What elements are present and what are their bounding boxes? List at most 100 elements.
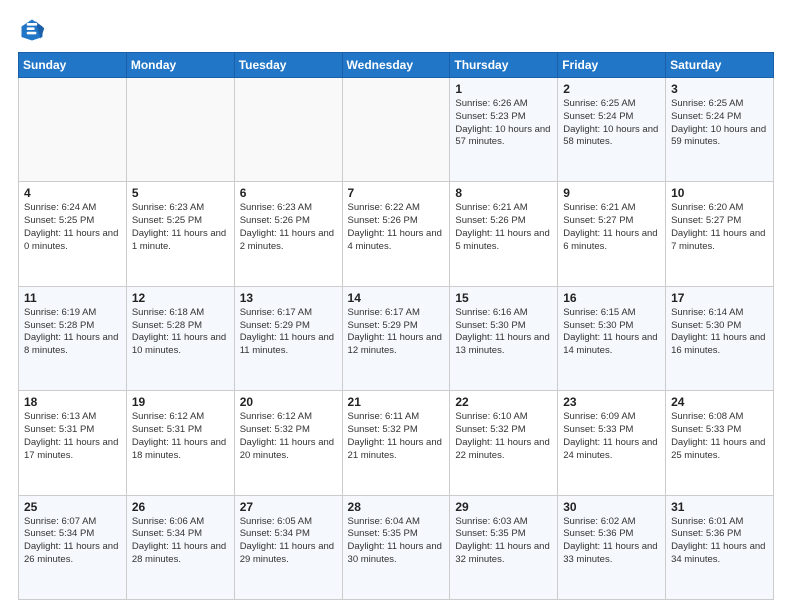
col-header-tuesday: Tuesday [234,53,342,78]
day-info: Sunrise: 6:24 AM Sunset: 5:25 PM Dayligh… [24,202,121,253]
day-number: 16 [563,291,660,305]
day-number: 18 [24,395,121,409]
day-number: 26 [132,500,229,514]
day-number: 30 [563,500,660,514]
day-info: Sunrise: 6:08 AM Sunset: 5:33 PM Dayligh… [671,411,768,462]
day-cell [342,78,450,182]
day-info: Sunrise: 6:17 AM Sunset: 5:29 PM Dayligh… [348,307,445,358]
day-number: 3 [671,82,768,96]
day-info: Sunrise: 6:18 AM Sunset: 5:28 PM Dayligh… [132,307,229,358]
day-cell: 22 Sunrise: 6:10 AM Sunset: 5:32 PM Dayli… [450,391,558,495]
day-cell: 8 Sunrise: 6:21 AM Sunset: 5:26 PM Daylig… [450,182,558,286]
col-header-monday: Monday [126,53,234,78]
logo-icon [18,16,46,44]
day-number: 9 [563,186,660,200]
day-number: 20 [240,395,337,409]
day-number: 8 [455,186,552,200]
day-info: Sunrise: 6:05 AM Sunset: 5:34 PM Dayligh… [240,516,337,567]
day-cell: 21 Sunrise: 6:11 AM Sunset: 5:32 PM Dayli… [342,391,450,495]
day-cell [126,78,234,182]
day-cell: 12 Sunrise: 6:18 AM Sunset: 5:28 PM Dayli… [126,286,234,390]
day-info: Sunrise: 6:07 AM Sunset: 5:34 PM Dayligh… [24,516,121,567]
day-number: 6 [240,186,337,200]
day-number: 21 [348,395,445,409]
day-number: 1 [455,82,552,96]
day-number: 27 [240,500,337,514]
day-info: Sunrise: 6:12 AM Sunset: 5:32 PM Dayligh… [240,411,337,462]
day-info: Sunrise: 6:10 AM Sunset: 5:32 PM Dayligh… [455,411,552,462]
day-number: 28 [348,500,445,514]
day-number: 11 [24,291,121,305]
day-info: Sunrise: 6:03 AM Sunset: 5:35 PM Dayligh… [455,516,552,567]
day-info: Sunrise: 6:21 AM Sunset: 5:26 PM Dayligh… [455,202,552,253]
day-number: 31 [671,500,768,514]
day-info: Sunrise: 6:09 AM Sunset: 5:33 PM Dayligh… [563,411,660,462]
day-info: Sunrise: 6:13 AM Sunset: 5:31 PM Dayligh… [24,411,121,462]
day-cell: 15Sunrise: 6:16 AM Sunset: 5:30 PM Dayli… [450,286,558,390]
day-number: 5 [132,186,229,200]
day-cell: 6 Sunrise: 6:23 AM Sunset: 5:26 PM Daylig… [234,182,342,286]
day-info: Sunrise: 6:04 AM Sunset: 5:35 PM Dayligh… [348,516,445,567]
day-info: Sunrise: 6:01 AM Sunset: 5:36 PM Dayligh… [671,516,768,567]
day-number: 15 [455,291,552,305]
col-header-friday: Friday [558,53,666,78]
day-cell [234,78,342,182]
day-number: 2 [563,82,660,96]
day-info: Sunrise: 6:17 AM Sunset: 5:29 PM Dayligh… [240,307,337,358]
day-cell: 5 Sunrise: 6:23 AM Sunset: 5:25 PM Daylig… [126,182,234,286]
day-cell: 16 Sunrise: 6:15 AM Sunset: 5:30 PM Dayli… [558,286,666,390]
day-number: 25 [24,500,121,514]
calendar: SundayMondayTuesdayWednesdayThursdayFrid… [18,52,774,600]
day-info: Sunrise: 6:19 AM Sunset: 5:28 PM Dayligh… [24,307,121,358]
day-cell: 10 Sunrise: 6:20 AM Sunset: 5:27 PM Dayli… [666,182,774,286]
day-number: 4 [24,186,121,200]
col-header-sunday: Sunday [19,53,127,78]
day-info: Sunrise: 6:25 AM Sunset: 5:24 PM Dayligh… [563,98,660,149]
day-number: 22 [455,395,552,409]
day-cell: 13 Sunrise: 6:17 AM Sunset: 5:29 PM Dayli… [234,286,342,390]
day-cell [19,78,127,182]
day-cell: 1 Sunrise: 6:26 AM Sunset: 5:23 PM Daylig… [450,78,558,182]
col-header-saturday: Saturday [666,53,774,78]
day-info: Sunrise: 6:15 AM Sunset: 5:30 PM Dayligh… [563,307,660,358]
day-cell: 17Sunrise: 6:14 AM Sunset: 5:30 PM Dayli… [666,286,774,390]
day-cell: 3 Sunrise: 6:25 AM Sunset: 5:24 PM Daylig… [666,78,774,182]
day-number: 17 [671,291,768,305]
day-number: 13 [240,291,337,305]
day-info: Sunrise: 6:02 AM Sunset: 5:36 PM Dayligh… [563,516,660,567]
day-number: 12 [132,291,229,305]
day-cell: 27 Sunrise: 6:05 AM Sunset: 5:34 PM Dayli… [234,495,342,599]
day-cell: 9Sunrise: 6:21 AM Sunset: 5:27 PM Daylig… [558,182,666,286]
calendar-header: SundayMondayTuesdayWednesdayThursdayFrid… [19,53,774,78]
day-info: Sunrise: 6:26 AM Sunset: 5:23 PM Dayligh… [455,98,552,149]
page: SundayMondayTuesdayWednesdayThursdayFrid… [0,0,792,612]
day-info: Sunrise: 6:25 AM Sunset: 5:24 PM Dayligh… [671,98,768,149]
day-cell: 7Sunrise: 6:22 AM Sunset: 5:26 PM Daylig… [342,182,450,286]
day-cell: 31 Sunrise: 6:01 AM Sunset: 5:36 PM Dayli… [666,495,774,599]
day-number: 23 [563,395,660,409]
col-header-thursday: Thursday [450,53,558,78]
day-cell: 19Sunrise: 6:12 AM Sunset: 5:31 PM Dayli… [126,391,234,495]
day-info: Sunrise: 6:11 AM Sunset: 5:32 PM Dayligh… [348,411,445,462]
day-cell: 29Sunrise: 6:03 AM Sunset: 5:35 PM Dayli… [450,495,558,599]
day-number: 10 [671,186,768,200]
day-cell: 30 Sunrise: 6:02 AM Sunset: 5:36 PM Dayli… [558,495,666,599]
day-cell: 14 Sunrise: 6:17 AM Sunset: 5:29 PM Dayli… [342,286,450,390]
day-cell: 26 Sunrise: 6:06 AM Sunset: 5:34 PM Dayli… [126,495,234,599]
day-info: Sunrise: 6:23 AM Sunset: 5:26 PM Dayligh… [240,202,337,253]
logo [18,16,50,44]
week-row-4: 25 Sunrise: 6:07 AM Sunset: 5:34 PM Dayli… [19,495,774,599]
day-info: Sunrise: 6:12 AM Sunset: 5:31 PM Dayligh… [132,411,229,462]
day-cell: 25 Sunrise: 6:07 AM Sunset: 5:34 PM Dayli… [19,495,127,599]
day-cell: 11 Sunrise: 6:19 AM Sunset: 5:28 PM Dayli… [19,286,127,390]
week-row-3: 18 Sunrise: 6:13 AM Sunset: 5:31 PM Dayli… [19,391,774,495]
day-number: 14 [348,291,445,305]
day-cell: 24Sunrise: 6:08 AM Sunset: 5:33 PM Dayli… [666,391,774,495]
day-info: Sunrise: 6:20 AM Sunset: 5:27 PM Dayligh… [671,202,768,253]
col-header-wednesday: Wednesday [342,53,450,78]
day-info: Sunrise: 6:06 AM Sunset: 5:34 PM Dayligh… [132,516,229,567]
day-cell: 2 Sunrise: 6:25 AM Sunset: 5:24 PM Daylig… [558,78,666,182]
day-cell: 28 Sunrise: 6:04 AM Sunset: 5:35 PM Dayli… [342,495,450,599]
day-info: Sunrise: 6:22 AM Sunset: 5:26 PM Dayligh… [348,202,445,253]
day-info: Sunrise: 6:23 AM Sunset: 5:25 PM Dayligh… [132,202,229,253]
